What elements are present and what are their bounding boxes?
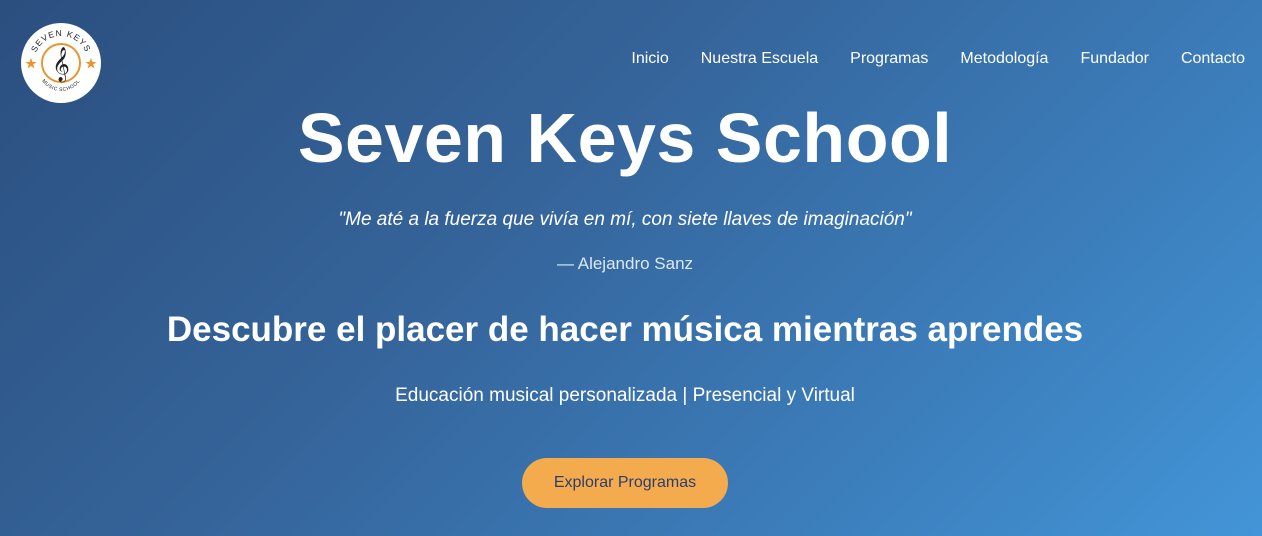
school-logo[interactable]: SEVEN KEYS MUSIC SCHOOL 𝄞 — [20, 22, 102, 104]
nav-link-programas[interactable]: Programas — [850, 50, 928, 68]
quote-author: — Alejandro Sanz — [556, 254, 694, 273]
nav-link-inicio[interactable]: Inicio — [631, 50, 668, 68]
hero-tagline: Descubre el placer de hacer música mient… — [166, 310, 1084, 349]
nav-link-fundador[interactable]: Fundador — [1080, 50, 1149, 68]
page-title: Seven Keys School — [297, 99, 953, 177]
hero-subtitle: Educación musical personalizada | Presen… — [395, 385, 855, 406]
hero-section: SEVEN KEYS MUSIC SCHOOL 𝄞 Inicio Nuestra… — [0, 0, 1262, 536]
hero-quote: "Me até a la fuerza que vivía en mí, con… — [338, 209, 912, 230]
nav-link-metodologia[interactable]: Metodología — [960, 50, 1048, 68]
main-nav: Inicio Nuestra Escuela Programas Metodol… — [599, 50, 1245, 68]
svg-text:𝄞: 𝄞 — [52, 47, 70, 83]
nav-link-nuestra-escuela[interactable]: Nuestra Escuela — [701, 50, 818, 68]
logo-emblem-icon: SEVEN KEYS MUSIC SCHOOL 𝄞 — [21, 23, 101, 103]
explore-programs-button[interactable]: Explorar Programas — [522, 458, 728, 508]
nav-link-contacto[interactable]: Contacto — [1181, 50, 1245, 68]
